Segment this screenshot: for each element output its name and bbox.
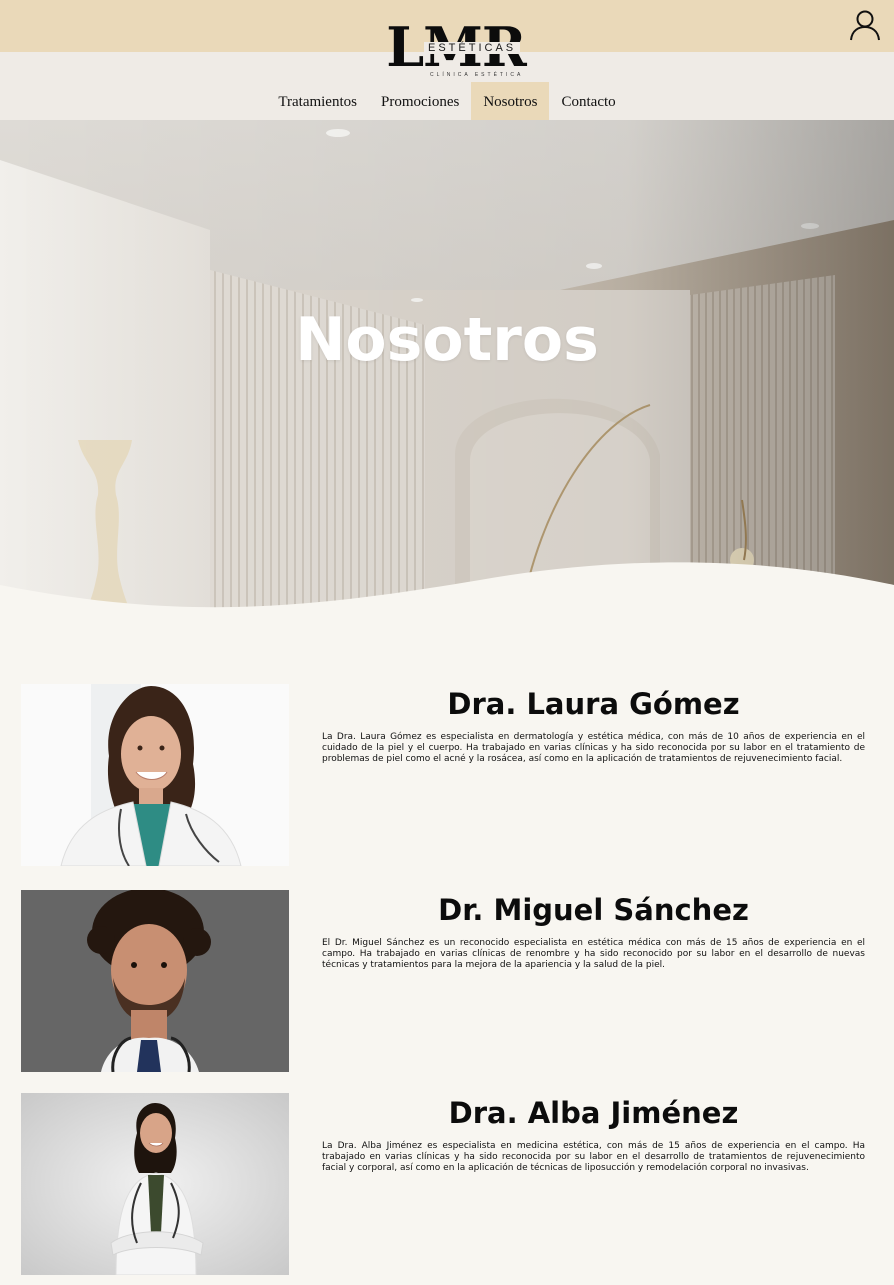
doctor-name: Dr. Miguel Sánchez (438, 893, 749, 927)
doctor-name: Dra. Laura Gómez (447, 687, 740, 721)
doctor-bio: El Dr. Miguel Sánchez es un reconocido e… (322, 938, 865, 970)
doctor-card-laura: Dra. Laura Gómez La Dra. Laura Gómez es … (21, 684, 873, 866)
user-account-button[interactable] (848, 8, 882, 42)
doctor-bio: La Dra. Alba Jiménez es especialista en … (322, 1141, 865, 1173)
logo-tagline: CLÍNICA ESTÉTICA (430, 72, 524, 78)
main-navigation: Tratamientos Promociones Nosotros Contac… (0, 82, 894, 120)
brand-logo[interactable]: LMR ESTÉTICAS CLÍNICA ESTÉTICA (386, 20, 527, 78)
page-title: Nosotros (295, 305, 599, 375)
logo-subtitle: ESTÉTICAS (424, 42, 521, 54)
nav-tratamientos[interactable]: Tratamientos (266, 82, 369, 120)
doctor-photo (21, 684, 289, 866)
nav-contacto[interactable]: Contacto (549, 82, 627, 120)
doctor-photo (21, 890, 289, 1072)
doctor-card-alba: Dra. Alba Jiménez La Dra. Alba Jiménez e… (21, 1093, 873, 1275)
doctor-photo (21, 1093, 289, 1275)
nav-nosotros[interactable]: Nosotros (471, 82, 550, 120)
doctor-name: Dra. Alba Jiménez (448, 1096, 739, 1130)
user-icon (850, 10, 880, 41)
doctor-bio: La Dra. Laura Gómez es especialista en d… (322, 732, 865, 764)
hero-banner: Nosotros (0, 120, 894, 620)
nav-promociones[interactable]: Promociones (369, 82, 471, 120)
doctor-card-miguel: Dr. Miguel Sánchez El Dr. Miguel Sánchez… (21, 890, 873, 1072)
